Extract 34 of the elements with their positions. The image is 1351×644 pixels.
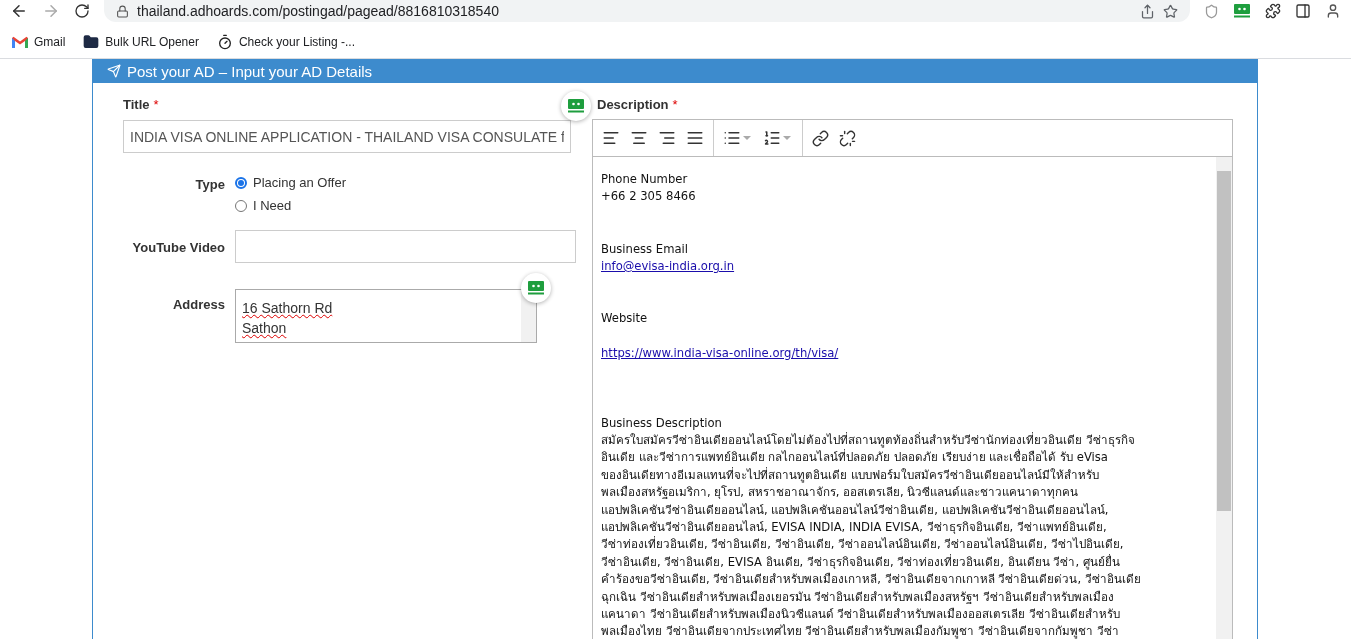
- description-line: พลเมืองสหรัฐอเมริกา, ยุโรป, สหราชอาณาจักร, ออสเตรเลีย, นิวซีแลนด์และชาวแคนาดาทุกคน: [601, 484, 1080, 502]
- description-line: พลเมืองไทย วีซ่าอินเดียจากประเทศไทย วีซ่าอินเดียสำหรับพลเมืองกัมพูชา วีซ่าอินเดียจากกัมพูชา วีซ่า: [601, 623, 1120, 639]
- bookmark[interactable]: Gmail: [12, 35, 66, 49]
- required-mark: *: [672, 97, 678, 112]
- description-line: วีซ่าท่องเที่ยวอินเดีย, วีซ่าอินเดีย, วีซ่าอินเดีย, วีซ่าออนไลน์อินเดีย, วีซ่าออนไลน์อินเดีย, วีซ่าไปอินเดีย,: [601, 536, 1125, 554]
- description-line: อินเดีย และวีซ่าการแพทย์อินเดีย กลไกออนไลน์ที่ปลอดภัย ปลอดภัย เรียบง่าย และเชื่อถือได้ รับ eVisa: [601, 449, 1109, 467]
- description-line: แอปพลิเคชันวีซ่าอินเดียออนไลน์, EVISA INDIA, INDIA EVISA, วีซ่าธุรกิจอินเดีย, วีซ่าแพทย์อินเดีย,: [601, 519, 1108, 536]
- bookmark[interactable]: Check your Listing -...: [216, 34, 355, 50]
- description-line: แอปพลิเคชันวีซ่าอินเดียออนไลน์, แอปพลิเคชันออนไลน์วีซ่าอินเดีย, แอปพลิเคชันวีซ่าอินเดียออนไลน์,: [601, 501, 1110, 519]
- description-link[interactable]: info@evisa-india.org.in: [601, 258, 735, 276]
- description-line: แคนาดา วีซ่าอินเดียสำหรับพลเมืองนิวซีแลนด์ วีซ่าอินเดียสำหรับพลเมืองออสเตรเลีย วีซ่าอินเดียสำหรับ: [601, 606, 1122, 624]
- radio-option[interactable]: I Need: [235, 198, 346, 213]
- field-label: Title: [123, 97, 150, 112]
- field-label: YouTube Video: [132, 240, 225, 255]
- description-line: Business Description: [601, 414, 723, 432]
- description-line: Website: [601, 310, 649, 328]
- description-line: Phone Number: [601, 171, 689, 188]
- radio-option[interactable]: Placing an Offer: [235, 175, 346, 190]
- description-line: ของอินเดียทางอีเมลแทนที่จะไปที่สถานทูตอินเดีย แบบฟอร์มใบสมัครวีซ่าอินเดียออนไลน์มีให้สำหรับ: [601, 466, 1100, 485]
- field-label: Type: [195, 177, 225, 192]
- description-line: คำร้องขอวีซ่าอินเดีย, วีซ่าอินเดียสำหรับพลเมืองเกาหลี, วีซ่าอินเดียจากเกาหลี วีซ่าอินเดียด่วน, วีซ่าอินเดีย: [601, 571, 1142, 589]
- required-mark: *: [153, 97, 159, 112]
- field-label: Address: [172, 297, 225, 312]
- description-line: สมัครใบสมัครวีซ่าอินเดียออนไลน์โดยไม่ต้องไปที่สถานทูตท้องถิ่นสำหรับวีซ่านักท่องเที่ยวอินเดีย วีซ่าธุรกิจ: [601, 431, 1136, 449]
- description-line: ฉุกเฉิน วีซ่าอินเดียสำหรับพลเมืองเยอรมัน วีซ่าอินเดียสำหรับพลเมืองสหรัฐฯ วีซ่าอินเดียสำหรับพลเมือง: [601, 588, 1116, 606]
- panel-header: Post your AD – Input your AD Details: [93, 59, 1257, 83]
- field-label: Description: [597, 97, 669, 112]
- description-line: วีซ่าอินเดีย, วีซ่าอินเดีย, EVISA อินเดีย, วีซ่าธุรกิจอินเดีย, วีซ่าท่องเที่ยวอินเดีย, อินเดียน วีซ่า, ศูนย์ยื่น: [601, 553, 1121, 572]
- bookmark[interactable]: Bulk URL Opener: [83, 34, 199, 50]
- address-bar[interactable]: thailand.adhoards.com/postingad/pagead/8816810318540: [104, 0, 1190, 22]
- description-link[interactable]: https://www.india-visa-online.org/th/visa/: [601, 345, 839, 363]
- description-line: +66 2 305 8466: [601, 188, 697, 206]
- description-line: Business Email: [601, 240, 689, 258]
- url-text: thailand.adhoards.com/postingad/pagead/8816810318540: [137, 3, 499, 19]
